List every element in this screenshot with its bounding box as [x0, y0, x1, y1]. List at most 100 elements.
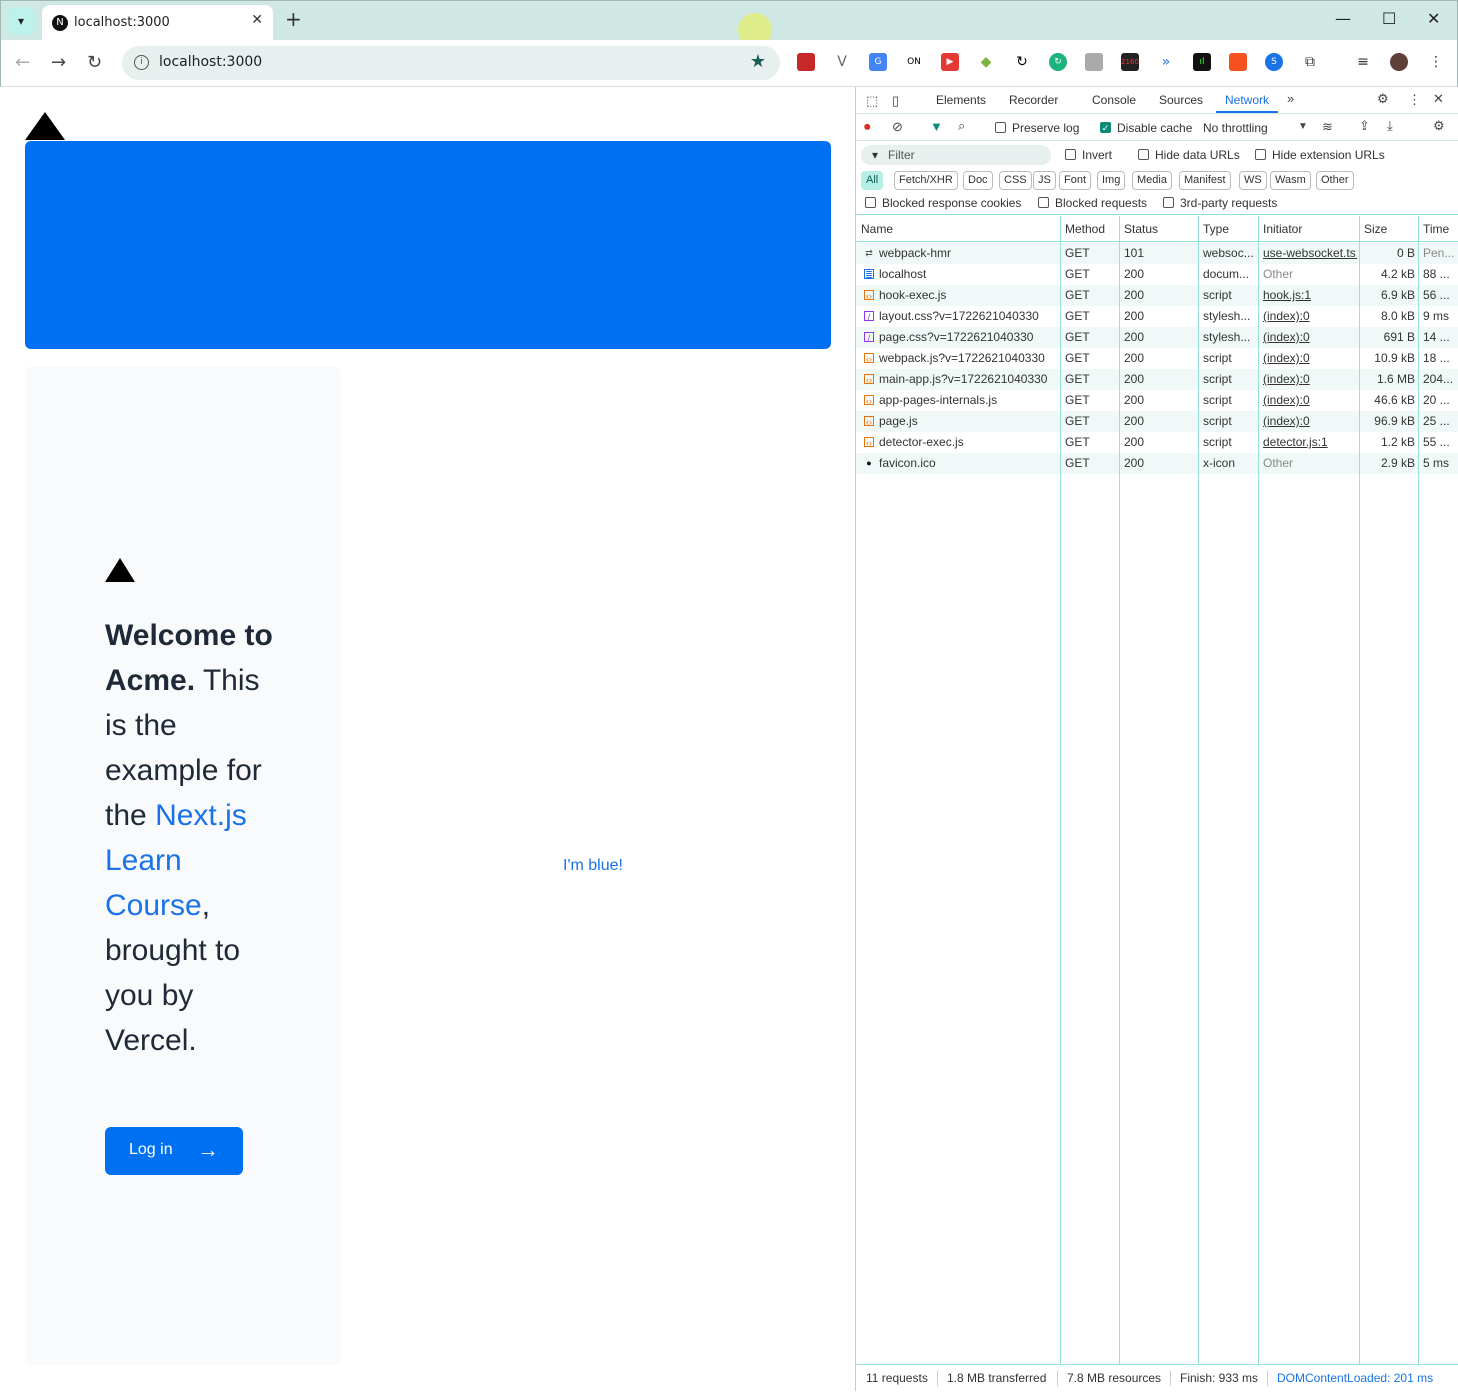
column-type[interactable]: Type: [1203, 222, 1229, 236]
column-status[interactable]: Status: [1124, 222, 1158, 236]
throttling-select[interactable]: No throttling: [1203, 121, 1268, 135]
reading-list-icon[interactable]: ≡: [1354, 53, 1372, 71]
type-filter-all[interactable]: All: [861, 171, 884, 190]
device-toolbar-icon[interactable]: ▯: [892, 93, 899, 109]
network-request-row[interactable]: ‹› detector-exec.js GET 200 script detector.j…: [856, 432, 1458, 453]
extension-wave-icon[interactable]: »: [1157, 53, 1175, 71]
more-tabs-icon[interactable]: »: [1287, 91, 1294, 106]
network-settings-icon[interactable]: ⚙: [1433, 118, 1445, 134]
network-request-row[interactable]: ‹› main-app.js?v=1722621040330 GET 200 scrip…: [856, 369, 1458, 390]
request-initiator[interactable]: detector.js:1: [1263, 435, 1328, 449]
extension-green-icon[interactable]: ↻: [1049, 53, 1067, 71]
extension-shazam-icon[interactable]: S: [1265, 53, 1283, 71]
search-icon[interactable]: ⌕: [958, 118, 965, 134]
disable-cache-checkbox[interactable]: ✓: [1100, 122, 1111, 133]
chevron-down-icon[interactable]: ▼: [1298, 121, 1308, 132]
reload-icon[interactable]: ↻: [87, 52, 102, 73]
column-time[interactable]: Time: [1423, 222, 1449, 236]
export-har-icon[interactable]: ⤓: [1387, 118, 1393, 134]
site-info-icon[interactable]: i: [134, 55, 149, 70]
import-har-icon[interactable]: ⇪: [1359, 118, 1370, 134]
extension-vivaldi-icon[interactable]: V: [833, 53, 851, 71]
blocked-requests-checkbox[interactable]: [1038, 197, 1049, 208]
filter-input[interactable]: ▾ Filter: [861, 145, 1051, 165]
network-request-row[interactable]: / page.css?v=1722621040330 GET 200 stylesh..…: [856, 327, 1458, 348]
request-initiator[interactable]: hook.js:1: [1263, 288, 1311, 302]
close-devtools-icon[interactable]: ✕: [1433, 91, 1444, 107]
browser-tab[interactable]: N localhost:3000 ✕: [42, 5, 273, 41]
type-filter-manifest[interactable]: Manifest: [1179, 171, 1231, 190]
network-request-row[interactable]: ● favicon.ico GET 200 x-icon Other 2.9 kB 5 ms: [856, 453, 1458, 474]
extension-icon-1[interactable]: [797, 53, 815, 71]
extension-on-icon[interactable]: ON: [905, 53, 923, 71]
request-initiator[interactable]: use-websocket.ts:: [1263, 246, 1357, 260]
type-filter-fetch-xhr[interactable]: Fetch/XHR: [894, 171, 958, 190]
hide-extension-urls-checkbox[interactable]: [1255, 149, 1266, 160]
request-initiator[interactable]: (index):0: [1263, 330, 1310, 344]
tab-recorder[interactable]: Recorder: [1009, 93, 1058, 107]
window-close-icon[interactable]: ✕: [1427, 9, 1440, 28]
request-initiator[interactable]: (index):0: [1263, 414, 1310, 428]
tab-elements[interactable]: Elements: [936, 93, 986, 107]
network-request-row[interactable]: ‹› webpack.js?v=1722621040330 GET 200 script…: [856, 348, 1458, 369]
address-bar[interactable]: i localhost:3000 ★: [122, 46, 780, 80]
network-request-row[interactable]: ≣ localhost GET 200 docum... Other 4.2 kB 88 ..…: [856, 264, 1458, 285]
extension-translate-icon[interactable]: G: [869, 53, 887, 71]
browser-menu-icon[interactable]: ⋮: [1427, 53, 1445, 71]
extension-bag-icon[interactable]: [1229, 53, 1247, 71]
back-arrow-icon[interactable]: ←: [15, 52, 30, 73]
column-method[interactable]: Method: [1065, 222, 1105, 236]
column-name[interactable]: Name: [861, 222, 893, 236]
settings-gear-icon[interactable]: ⚙: [1377, 91, 1389, 107]
network-request-row[interactable]: ‹› app-pages-internals.js GET 200 script (ind…: [856, 390, 1458, 411]
network-request-row[interactable]: ‹› page.js GET 200 script (index):0 96.9 kB 25 …: [856, 411, 1458, 432]
inspect-element-icon[interactable]: ⬚: [866, 93, 878, 109]
network-request-row[interactable]: / layout.css?v=1722621040330 GET 200 stylesh…: [856, 306, 1458, 327]
type-filter-other[interactable]: Other: [1316, 171, 1354, 190]
forward-arrow-icon[interactable]: →: [51, 52, 66, 73]
maximize-icon[interactable]: ☐: [1382, 9, 1396, 28]
blocked-response-cookies-checkbox[interactable]: [865, 197, 876, 208]
extension-meter-icon[interactable]: ıl: [1193, 53, 1211, 71]
preserve-log-checkbox[interactable]: [995, 122, 1006, 133]
tab-console[interactable]: Console: [1092, 93, 1136, 107]
extensions-puzzle-icon[interactable]: ⧉: [1301, 53, 1319, 71]
request-initiator[interactable]: (index):0: [1263, 393, 1310, 407]
request-initiator[interactable]: (index):0: [1263, 372, 1310, 386]
type-filter-wasm[interactable]: Wasm: [1270, 171, 1311, 190]
minimize-icon[interactable]: —: [1335, 9, 1351, 28]
request-initiator[interactable]: (index):0: [1263, 351, 1310, 365]
type-filter-js[interactable]: JS: [1033, 171, 1056, 190]
type-filter-media[interactable]: Media: [1132, 171, 1172, 190]
filter-funnel-icon[interactable]: ▼: [930, 119, 943, 134]
profile-avatar[interactable]: [1390, 53, 1408, 71]
third-party-requests-checkbox[interactable]: [1163, 197, 1174, 208]
type-filter-font[interactable]: Font: [1059, 171, 1092, 190]
bookmark-star-icon[interactable]: ★: [750, 51, 766, 72]
type-filter-img[interactable]: Img: [1097, 171, 1126, 190]
extension-android-icon[interactable]: ◆: [977, 53, 995, 71]
extension-dark-icon[interactable]: 2160: [1121, 53, 1139, 71]
extension-video-icon[interactable]: ▶: [941, 53, 959, 71]
network-conditions-icon[interactable]: ≋: [1322, 119, 1333, 135]
type-filter-ws[interactable]: WS: [1239, 171, 1267, 190]
tab-sources[interactable]: Sources: [1159, 93, 1203, 107]
more-options-icon[interactable]: ⋮: [1408, 92, 1421, 108]
clear-icon[interactable]: ⊘: [892, 119, 903, 135]
request-initiator[interactable]: (index):0: [1263, 309, 1310, 323]
network-request-row[interactable]: ‹› hook-exec.js GET 200 script hook.js:1 6.9 k…: [856, 285, 1458, 306]
login-button[interactable]: Log in →: [105, 1127, 243, 1175]
tab-network[interactable]: Network: [1225, 93, 1269, 107]
record-stop-icon[interactable]: ⏺: [864, 119, 871, 135]
column-initiator[interactable]: Initiator: [1263, 222, 1302, 236]
new-tab-button[interactable]: +: [285, 7, 302, 31]
network-request-row[interactable]: ⇄ webpack-hmr GET 101 websoc... use-websocket…: [856, 243, 1458, 264]
url-text[interactable]: localhost:3000: [159, 54, 262, 70]
type-filter-css[interactable]: CSS: [999, 171, 1032, 190]
hide-data-urls-checkbox[interactable]: [1138, 149, 1149, 160]
type-filter-doc[interactable]: Doc: [963, 171, 993, 190]
tab-close-icon[interactable]: ✕: [251, 12, 263, 28]
tab-search-button[interactable]: ▾: [7, 7, 35, 35]
extension-grey-icon[interactable]: [1085, 53, 1103, 71]
extension-sync-icon[interactable]: ↻: [1013, 53, 1031, 71]
